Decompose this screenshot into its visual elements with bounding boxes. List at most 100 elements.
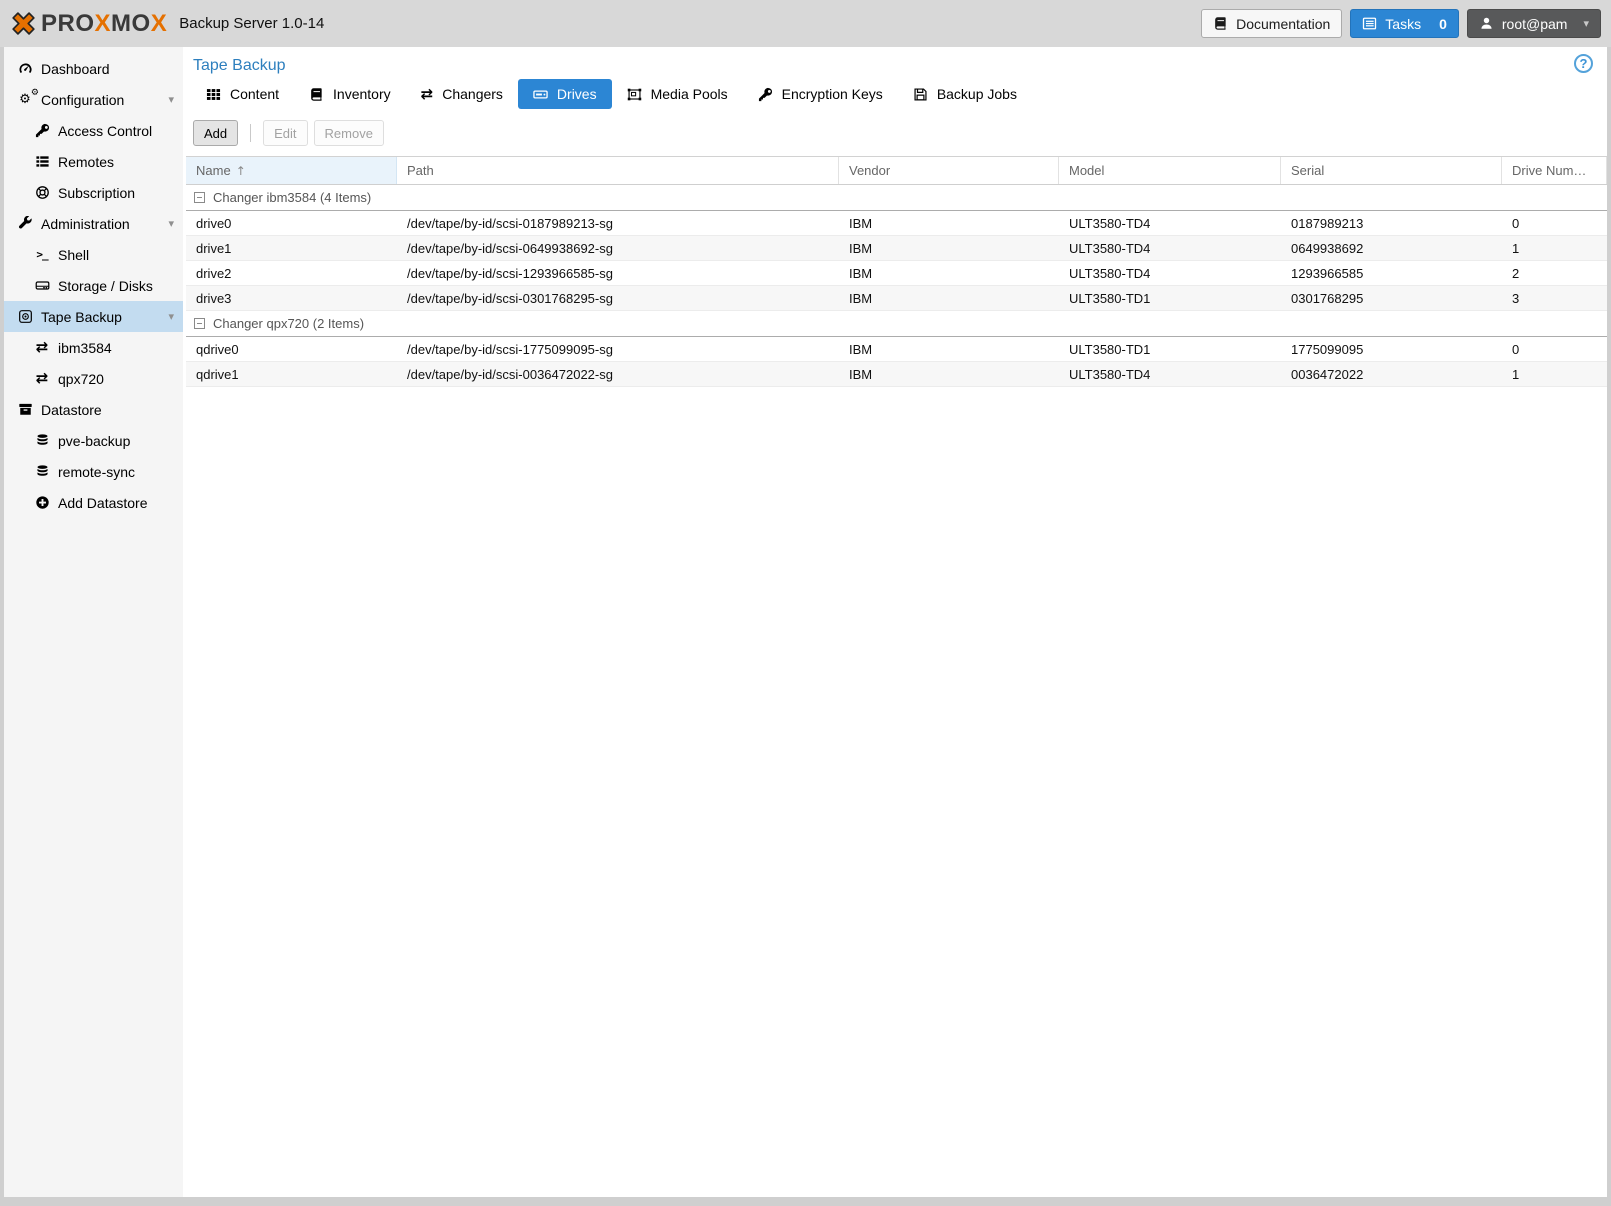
cell-vendor: IBM: [849, 265, 873, 281]
group-header-ibm3584[interactable]: Changer ibm3584 (4 Items): [186, 185, 1607, 211]
column-header-drive-number[interactable]: Drive Num…: [1502, 157, 1607, 184]
tab-inventory[interactable]: Inventory: [294, 79, 406, 109]
sidebar-item-label: remote-sync: [58, 463, 136, 480]
table-row-drive3[interactable]: drive3 /dev/tape/by-id/scsi-0301768295-s…: [186, 286, 1607, 311]
toolbar-separator: [250, 124, 252, 142]
sidebar-item-subscription[interactable]: Subscription: [4, 177, 183, 208]
tab-label: Drives: [556, 86, 597, 102]
user-menu-button[interactable]: root@pam ▾: [1466, 9, 1601, 38]
caret-down-icon[interactable]: ▾: [168, 217, 174, 230]
product-version: Backup Server 1.0-14: [179, 15, 325, 32]
remove-button: Remove: [313, 120, 384, 146]
sidebar-item-administration[interactable]: Administration ▾: [4, 208, 183, 239]
gears-icon: ⚙ ⚙: [19, 88, 39, 107]
tasks-button[interactable]: Tasks 0: [1350, 9, 1459, 38]
cell-vendor: IBM: [849, 215, 873, 231]
tab-content[interactable]: Content: [191, 79, 294, 109]
collapse-group-icon[interactable]: [194, 318, 205, 329]
tab-encryption-keys[interactable]: Encryption Keys: [743, 79, 898, 109]
table-row-drive2[interactable]: drive2 /dev/tape/by-id/scsi-1293966585-s…: [186, 261, 1607, 286]
proxmox-wordmark: PROXMOX: [41, 9, 168, 37]
table-row-qdrive1[interactable]: qdrive1 /dev/tape/by-id/scsi-0036472022-…: [186, 362, 1607, 387]
cell-vendor: IBM: [849, 290, 873, 306]
group-label: Changer qpx720 (2 Items): [213, 316, 365, 331]
chevron-down-icon: ▾: [1583, 17, 1589, 30]
tab-changers[interactable]: ⇄ Changers: [406, 79, 518, 109]
toolbar: Add Edit Remove: [183, 109, 1607, 156]
table-row-drive1[interactable]: drive1 /dev/tape/by-id/scsi-0649938692-s…: [186, 236, 1607, 261]
add-button[interactable]: Add: [193, 120, 239, 146]
hdd-icon: [33, 278, 51, 293]
sidebar-item-remotes[interactable]: Remotes: [4, 146, 183, 177]
table-row-drive0[interactable]: drive0 /dev/tape/by-id/scsi-0187989213-s…: [186, 211, 1607, 236]
documentation-button[interactable]: Documentation: [1201, 9, 1343, 38]
sidebar-item-label: Add Datastore: [58, 494, 148, 511]
sort-ascending-icon: ↑: [235, 163, 246, 178]
tab-backup-jobs[interactable]: Backup Jobs: [898, 79, 1032, 109]
caret-down-icon[interactable]: ▾: [168, 310, 174, 323]
tasks-label: Tasks: [1385, 15, 1422, 32]
column-header-model[interactable]: Model: [1059, 157, 1281, 184]
sidebar-item-access-control[interactable]: Access Control: [4, 115, 183, 146]
sidebar-item-label: ibm3584: [58, 339, 112, 356]
sidebar-item-label: Datastore: [41, 401, 102, 418]
column-header-name[interactable]: Name ↑: [186, 157, 397, 184]
cell-path: /dev/tape/by-id/scsi-0301768295-sg: [407, 290, 613, 306]
help-icon[interactable]: ?: [1574, 54, 1593, 73]
caret-down-icon[interactable]: ▾: [168, 93, 174, 106]
sidebar-item-remote-sync[interactable]: remote-sync: [4, 456, 183, 487]
tab-label: Backup Jobs: [936, 86, 1017, 102]
drives-grid: Name ↑ Path Vendor Model Serial Drive Nu…: [186, 156, 1607, 387]
tab-label: Inventory: [333, 86, 391, 102]
cell-drive-number: 1: [1512, 240, 1520, 256]
cell-serial: 0301768295: [1291, 290, 1364, 306]
cell-drive-number: 0: [1512, 341, 1520, 357]
sidebar-item-storage-disks[interactable]: Storage / Disks: [4, 270, 183, 301]
sidebar-item-label: Remotes: [58, 153, 115, 170]
cell-serial: 0187989213: [1291, 215, 1364, 231]
cell-name: qdrive1: [196, 366, 239, 382]
sidebar-item-datastore[interactable]: Datastore: [4, 394, 183, 425]
sidebar-item-qpx720[interactable]: ⇄ qpx720: [4, 363, 183, 394]
column-header-serial[interactable]: Serial: [1281, 157, 1502, 184]
sidebar-item-pve-backup[interactable]: pve-backup: [4, 425, 183, 456]
sidebar-item-ibm3584[interactable]: ⇄ ibm3584: [4, 332, 183, 363]
header-actions: Documentation Tasks 0 root@pam ▾: [1201, 9, 1601, 38]
sidebar-item-label: Administration: [41, 215, 130, 232]
column-header-vendor[interactable]: Vendor: [839, 157, 1059, 184]
changer-exchange-icon: ⇄: [35, 338, 49, 356]
cell-name: drive3: [196, 290, 232, 306]
group-header-qpx720[interactable]: Changer qpx720 (2 Items): [186, 311, 1607, 337]
sidebar-item-add-datastore[interactable]: Add Datastore: [4, 487, 183, 518]
cell-name: drive2: [196, 265, 232, 281]
user-icon: [1481, 17, 1492, 29]
book-icon: [1215, 17, 1226, 30]
group-label: Changer ibm3584 (4 Items): [213, 190, 372, 205]
sidebar-item-shell[interactable]: >_ Shell: [4, 239, 183, 270]
content-panel: Tape Backup ? Content Inventory ⇄ Change…: [183, 47, 1607, 1197]
sidebar-item-label: Access Control: [58, 122, 153, 139]
tab-label: Content: [230, 86, 280, 102]
tab-drives[interactable]: Drives: [517, 79, 612, 109]
edit-button: Edit: [263, 120, 308, 146]
cell-drive-number: 3: [1512, 290, 1520, 306]
tab-label: Media Pools: [650, 86, 728, 102]
cell-drive-number: 2: [1512, 265, 1520, 281]
tape-drive-icon: [533, 89, 548, 99]
sidebar-item-dashboard[interactable]: Dashboard: [4, 53, 183, 84]
sidebar-item-configuration[interactable]: ⚙ ⚙ Configuration ▾: [4, 84, 183, 115]
cell-model: ULT3580-TD4: [1069, 215, 1151, 231]
main-row: Dashboard ⚙ ⚙ Configuration ▾ Access Cont…: [4, 47, 1607, 1197]
tab-media-pools[interactable]: Media Pools: [612, 79, 743, 109]
sidebar-item-label: Dashboard: [41, 60, 110, 77]
cell-path: /dev/tape/by-id/scsi-1775099095-sg: [407, 341, 613, 357]
column-header-path[interactable]: Path: [397, 157, 839, 184]
collapse-group-icon[interactable]: [194, 192, 205, 203]
table-row-qdrive0[interactable]: qdrive0 /dev/tape/by-id/scsi-1775099095-…: [186, 337, 1607, 362]
tab-label: Changers: [442, 86, 503, 102]
cell-vendor: IBM: [849, 240, 873, 256]
proxmox-x-icon: [12, 12, 35, 35]
cell-serial: 0036472022: [1291, 366, 1364, 382]
key-icon: [33, 123, 51, 138]
sidebar-item-tape-backup[interactable]: Tape Backup ▾: [4, 301, 183, 332]
